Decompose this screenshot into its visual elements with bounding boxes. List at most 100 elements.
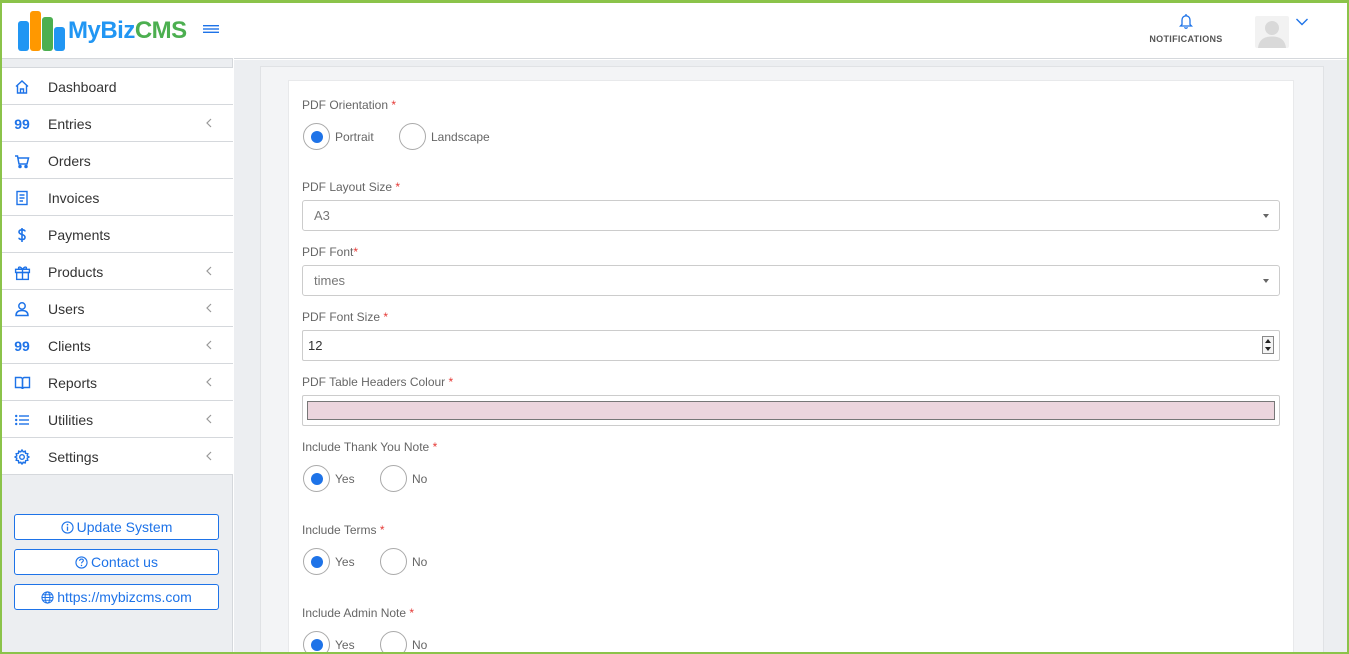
caret-down-icon bbox=[1263, 214, 1269, 218]
thank-you-yes-label: Yes bbox=[335, 472, 355, 486]
top-header: NOTIFICATIONS bbox=[234, 3, 1347, 59]
sidebar-item-settings[interactable]: Settings bbox=[2, 438, 233, 475]
orientation-landscape-radio[interactable] bbox=[399, 123, 426, 150]
thank-you-yes-radio[interactable] bbox=[303, 465, 330, 492]
sidebar-item-label: Clients bbox=[48, 338, 91, 354]
orientation-portrait-radio[interactable] bbox=[303, 123, 330, 150]
bell-icon bbox=[1179, 14, 1193, 29]
sidebar-item-reports[interactable]: Reports bbox=[2, 364, 233, 401]
user-icon bbox=[13, 300, 31, 318]
update-system-button[interactable]: Update System bbox=[14, 514, 219, 540]
brand-name-part2: Biz bbox=[100, 17, 135, 44]
terms-no-label: No bbox=[412, 555, 428, 569]
book-icon bbox=[13, 374, 31, 392]
sidebar-item-entries[interactable]: 99 Entries bbox=[2, 105, 233, 142]
cart-icon bbox=[13, 152, 31, 170]
pdf-table-headers-colour-label: PDF Table Headers Colour * bbox=[302, 375, 454, 389]
terms-no-radio[interactable] bbox=[380, 548, 407, 575]
gift-icon bbox=[13, 263, 31, 281]
list-icon bbox=[13, 411, 31, 429]
chevron-left-icon bbox=[206, 118, 212, 128]
sidebar-item-orders[interactable]: Orders bbox=[2, 142, 233, 179]
sidebar-item-label: Orders bbox=[48, 153, 91, 169]
number-stepper[interactable] bbox=[1262, 336, 1274, 354]
sidebar-nav: Dashboard 99 Entries Orders Invoices Pay… bbox=[2, 67, 233, 475]
sidebar-item-label: Dashboard bbox=[48, 79, 117, 95]
chevron-down-icon[interactable] bbox=[1295, 17, 1309, 27]
pdf-layout-size-label: PDF Layout Size * bbox=[302, 180, 401, 194]
terms-yes-label: Yes bbox=[335, 555, 355, 569]
orientation-portrait-label: Portrait bbox=[335, 130, 374, 144]
sidebar-item-utilities[interactable]: Utilities bbox=[2, 401, 233, 438]
quote-icon: 99 bbox=[14, 116, 30, 132]
include-admin-note-label: Include Admin Note * bbox=[302, 606, 415, 620]
main-content: PDF Orientation * Portrait Landscape PDF… bbox=[234, 60, 1347, 652]
brand-name-part3: CMS bbox=[134, 17, 187, 44]
app-frame: MyBizCMS Dashboard 99 Entries Orders Inv… bbox=[0, 0, 1349, 654]
contact-us-label: Contact us bbox=[91, 554, 158, 570]
include-thank-you-note-label: Include Thank You Note * bbox=[302, 440, 438, 454]
font-size-value: 12 bbox=[308, 338, 323, 353]
contact-us-button[interactable]: Contact us bbox=[14, 549, 219, 575]
caret-down-icon bbox=[1263, 279, 1269, 283]
notifications-label: NOTIFICATIONS bbox=[1149, 34, 1223, 44]
terms-yes-radio[interactable] bbox=[303, 548, 330, 575]
font-size-input[interactable]: 12 bbox=[302, 330, 1280, 361]
chevron-left-icon bbox=[206, 266, 212, 276]
admin-note-no-radio[interactable] bbox=[380, 631, 407, 652]
sidebar-item-dashboard[interactable]: Dashboard bbox=[2, 68, 233, 105]
pdf-font-size-label: PDF Font Size * bbox=[302, 310, 389, 324]
thank-you-no-label: No bbox=[412, 472, 428, 486]
chevron-left-icon bbox=[206, 303, 212, 313]
brand-name-part1: My bbox=[68, 17, 101, 44]
font-value: times bbox=[314, 273, 346, 288]
website-link-label: https://mybizcms.com bbox=[57, 589, 192, 605]
stepper-up-icon bbox=[1265, 339, 1271, 343]
pdf-orientation-label: PDF Orientation * bbox=[302, 98, 397, 112]
logo-bars-icon bbox=[18, 11, 65, 51]
sidebar: MyBizCMS Dashboard 99 Entries Orders Inv… bbox=[2, 3, 233, 652]
question-icon bbox=[75, 555, 88, 569]
sidebar-item-products[interactable]: Products bbox=[2, 253, 233, 290]
include-terms-label: Include Terms * bbox=[302, 523, 385, 537]
sidebar-item-label: Products bbox=[48, 264, 104, 280]
sidebar-item-label: Reports bbox=[48, 375, 98, 391]
globe-icon bbox=[41, 590, 54, 604]
headers-colour-picker[interactable] bbox=[302, 395, 1280, 426]
home-icon bbox=[13, 78, 31, 96]
sidebar-item-users[interactable]: Users bbox=[2, 290, 233, 327]
chevron-left-icon bbox=[206, 414, 212, 424]
sidebar-item-label: Users bbox=[48, 301, 85, 317]
sidebar-item-clients[interactable]: 99 Clients bbox=[2, 327, 233, 364]
brand-logo[interactable]: MyBizCMS bbox=[68, 19, 187, 43]
admin-note-yes-radio[interactable] bbox=[303, 631, 330, 652]
admin-note-yes-label: Yes bbox=[335, 638, 355, 652]
website-link-button[interactable]: https://mybizcms.com bbox=[14, 584, 219, 610]
thank-you-no-radio[interactable] bbox=[380, 465, 407, 492]
stepper-down-icon bbox=[1265, 347, 1271, 351]
font-select[interactable]: times bbox=[302, 265, 1280, 296]
update-system-label: Update System bbox=[76, 519, 173, 535]
admin-note-no-label: No bbox=[412, 638, 428, 652]
info-icon bbox=[61, 520, 74, 534]
notifications-button[interactable]: NOTIFICATIONS bbox=[1146, 13, 1226, 49]
sidebar-item-payments[interactable]: Payments bbox=[2, 216, 233, 253]
quote-icon: 99 bbox=[14, 338, 30, 354]
sidebar-item-label: Entries bbox=[48, 116, 92, 132]
user-avatar-icon bbox=[1258, 21, 1286, 48]
orientation-landscape-label: Landscape bbox=[431, 130, 490, 144]
sidebar-item-label: Invoices bbox=[48, 190, 100, 206]
sidebar-item-label: Payments bbox=[48, 227, 111, 243]
layout-size-value: A3 bbox=[314, 208, 330, 223]
pdf-font-label: PDF Font* bbox=[302, 245, 359, 259]
chevron-left-icon bbox=[206, 451, 212, 461]
layout-size-select[interactable]: A3 bbox=[302, 200, 1280, 231]
avatar[interactable] bbox=[1255, 16, 1289, 48]
dollar-icon bbox=[13, 226, 31, 244]
chevron-left-icon bbox=[206, 377, 212, 387]
pdf-settings-card bbox=[288, 80, 1294, 652]
colour-swatch bbox=[307, 401, 1275, 420]
hamburger-menu-icon[interactable] bbox=[202, 21, 220, 37]
sidebar-item-label: Settings bbox=[48, 449, 99, 465]
sidebar-item-invoices[interactable]: Invoices bbox=[2, 179, 233, 216]
